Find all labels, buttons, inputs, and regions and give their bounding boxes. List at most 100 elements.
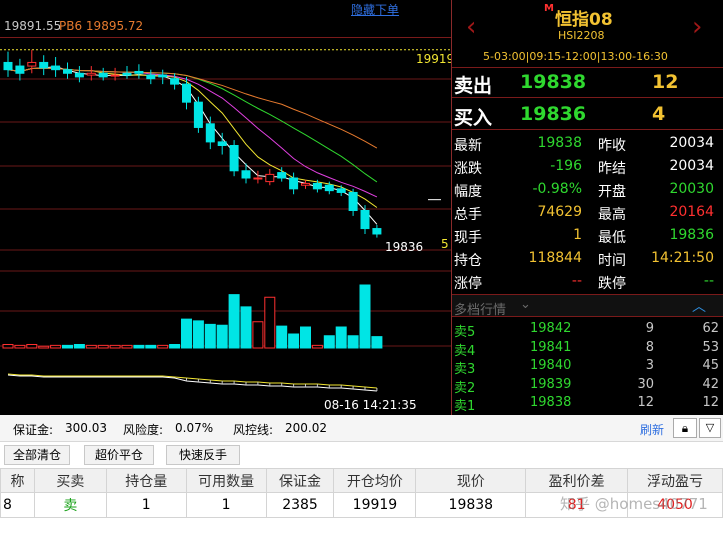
depth-price: 19840 [530, 358, 572, 373]
quote-value: 1 [573, 227, 582, 243]
high-price-label: 19919 [416, 52, 455, 66]
col-price-diff: 盈利价差 [525, 468, 629, 493]
volume-bar [26, 344, 38, 349]
kline-chart-panel[interactable]: 19891.55 PB6 19895.72 隐藏下单 19919 19836 5… [0, 0, 455, 415]
best-ask-row[interactable]: 卖出 19838 12 [452, 68, 723, 97]
volume-bar [204, 323, 216, 349]
quote-label: 昨收 [598, 138, 626, 154]
volume-bar [50, 344, 62, 349]
depth-label: 卖2 [454, 380, 476, 396]
candle-body [205, 123, 215, 143]
depth-title: 多档行情 [454, 303, 507, 318]
quote-row: 最新 19838 昨收 20034 [452, 132, 723, 155]
candle-body [39, 61, 49, 69]
super-close-button[interactable]: 超价平仓 [84, 445, 154, 465]
buy-label: 买入 [454, 107, 493, 129]
candle-body [27, 61, 37, 67]
candle-body [312, 182, 322, 190]
sell-label: 卖出 [454, 75, 493, 97]
quote-panel: ‹ › M 恒指08 HSI2208 5-03:00|09:15-12:00|1… [451, 0, 723, 415]
cell-side: 卖 [33, 492, 107, 518]
volume-bar [133, 344, 145, 349]
quote-row: 总手 74629 最高 20164 [452, 201, 723, 224]
candle-body [63, 69, 72, 74]
depth-qty: 8 [645, 339, 654, 355]
candle-body [15, 65, 25, 74]
chevron-down-icon[interactable]: ▽ [699, 418, 721, 438]
trading-area: 保证金: 300.03 风险度: 0.07% 风控线: 200.02 刷新 🔒︎… [0, 415, 723, 537]
depth-total: 53 [702, 339, 719, 355]
ma-line [7, 67, 378, 198]
lock-icon[interactable]: 🔒︎ [673, 418, 697, 438]
volume-bar [97, 344, 109, 349]
col-margin: 保证金 [265, 468, 335, 493]
quote-value: -- [571, 273, 582, 289]
volume-bar [252, 321, 264, 349]
prev-contract-icon[interactable]: ‹ [466, 12, 476, 42]
quote-value: 19838 [537, 135, 582, 151]
depth-row[interactable]: 卖1 19838 12 12 [452, 394, 723, 414]
cell-last-price: 19838 [415, 492, 527, 518]
hide-order-link[interactable]: 隐藏下单 [351, 1, 399, 18]
candle-body [146, 74, 156, 80]
next-contract-icon[interactable]: › [692, 12, 702, 42]
depth-row[interactable]: 卖4 19841 8 53 [452, 339, 723, 359]
depth-header[interactable]: 多档行情 ⌄ ︿ [452, 294, 723, 318]
quote-row: 持仓 118844 时间 14:21:50 [452, 247, 723, 270]
cell-open-avg: 19919 [333, 492, 417, 518]
margin-value: 300.03 [65, 421, 107, 435]
volume-bar [216, 324, 228, 349]
volume-bar [157, 344, 169, 349]
cell-available: 1 [185, 492, 267, 518]
col-open-avg: 开仓均价 [333, 468, 417, 493]
cell-position: 1 [105, 492, 187, 518]
volume-bar [359, 284, 371, 349]
quote-value: -0.98% [532, 181, 582, 197]
volume-bar [311, 344, 323, 349]
depth-row[interactable]: 卖2 19839 30 42 [452, 376, 723, 396]
best-bid-row[interactable]: 买入 19836 4 [452, 98, 723, 129]
quote-label: 幅度 [454, 184, 482, 200]
candle-body [265, 173, 275, 183]
watermark: 知乎 @homes40771 [560, 495, 708, 513]
candle-body [193, 101, 203, 128]
quote-row: 现手 1 最低 19836 [452, 224, 723, 247]
margin-label: 保证金: [13, 423, 54, 437]
double-chevron-down-icon[interactable]: ⌄ [520, 297, 531, 312]
volume-bar [121, 344, 133, 349]
quote-value: 20034 [669, 158, 714, 174]
kline-svg [0, 49, 451, 392]
contract-title: 恒指08 [555, 10, 613, 30]
close-all-button[interactable]: 全部清仓 [4, 445, 70, 465]
candle-body [372, 228, 382, 235]
positions-header-row: 称 买卖 持仓量 可用数量 保证金 开仓均价 现价 盈利价差 浮动盈亏 [0, 468, 723, 493]
quick-reverse-button[interactable]: 快速反手 [166, 445, 240, 465]
candle-body [241, 170, 251, 179]
quote-label: 持仓 [454, 253, 482, 269]
candle-body [301, 182, 310, 186]
depth-row[interactable]: 卖5 19842 9 62 [452, 320, 723, 340]
depth-label: 卖5 [454, 325, 476, 340]
control-label: 风控线: [233, 423, 274, 437]
quote-label: 最低 [598, 230, 626, 246]
col-name: 称 [0, 468, 35, 493]
refresh-link[interactable]: 刷新 [640, 421, 664, 438]
depth-price: 19842 [530, 321, 572, 336]
quote-row: 幅度 -0.98% 开盘 20030 [452, 178, 723, 201]
volume-bar [192, 320, 204, 349]
depth-qty: 9 [645, 321, 654, 336]
buy-qty: 4 [652, 103, 666, 125]
candle-body [122, 72, 132, 76]
candle-body [229, 145, 239, 172]
collapse-chevron-up-icon[interactable]: ︿ [692, 296, 706, 316]
quote-label: 总手 [454, 207, 482, 223]
volume-bar [169, 344, 181, 349]
quote-label: 涨跌 [454, 161, 482, 177]
candle-body [98, 72, 108, 78]
volume-bar [145, 344, 157, 349]
account-bar: 保证金: 300.03 风险度: 0.07% 风控线: 200.02 刷新 🔒︎… [0, 415, 723, 442]
depth-qty: 12 [637, 395, 654, 410]
quote-row: 涨停 -- 跌停 -- [452, 270, 723, 293]
col-position: 持仓量 [105, 468, 187, 493]
depth-row[interactable]: 卖3 19840 3 45 [452, 357, 723, 377]
